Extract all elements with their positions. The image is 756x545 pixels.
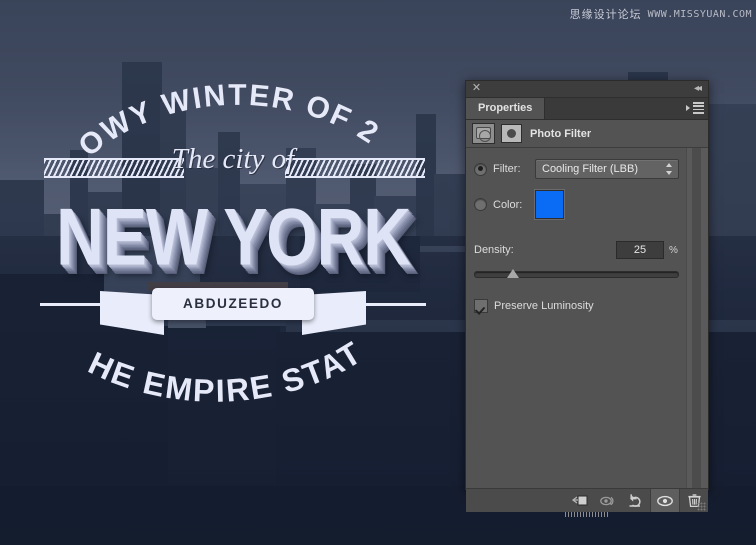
eye-icon bbox=[657, 495, 673, 506]
typography-lockup: SNOWY WINTER OF 2014 THE EMPIRE STATE Th… bbox=[0, 0, 466, 545]
ribbon-line-right bbox=[356, 303, 426, 306]
filter-label: Filter: bbox=[493, 163, 521, 175]
properties-panel[interactable]: ✕ ◂◂ Properties Photo Filter Filter: Coo… bbox=[465, 80, 709, 517]
toggle-layer-visibility-button[interactable] bbox=[650, 489, 680, 512]
preserve-luminosity-label: Preserve Luminosity bbox=[494, 300, 594, 312]
panel-body: Filter: Cooling Filter (LBB) Color: Dens… bbox=[466, 148, 708, 488]
panel-scroll-gutter[interactable] bbox=[686, 148, 708, 488]
close-icon[interactable]: ✕ bbox=[471, 83, 482, 94]
panel-drag-handle[interactable] bbox=[565, 512, 609, 517]
filter-radio[interactable] bbox=[474, 162, 487, 176]
density-label: Density: bbox=[474, 244, 514, 256]
resize-grip[interactable] bbox=[697, 502, 706, 511]
density-unit: % bbox=[669, 244, 678, 256]
stepper-arrows-icon bbox=[666, 163, 673, 175]
clip-to-layer-button[interactable] bbox=[566, 489, 594, 512]
arc-top-text: SNOWY WINTER OF 2014 bbox=[0, 0, 385, 163]
filter-row: Filter: Cooling Filter (LBB) bbox=[466, 159, 687, 179]
ribbon-center: ABDUZEEDO bbox=[152, 288, 314, 320]
panel-footer-toolbar[interactable] bbox=[466, 488, 708, 517]
reset-adjustment-button[interactable] bbox=[622, 489, 650, 512]
watermark: 思缘设计论坛 WWW.MISSYUAN.COM bbox=[570, 6, 752, 22]
density-slider-track[interactable] bbox=[474, 271, 679, 278]
watermark-site-name: 思缘设计论坛 bbox=[569, 8, 642, 21]
color-swatch[interactable] bbox=[535, 190, 564, 219]
density-row: Density: 25 % bbox=[466, 241, 687, 259]
color-label: Color: bbox=[493, 198, 523, 211]
color-row: Color: bbox=[466, 190, 687, 219]
density-slider[interactable] bbox=[466, 267, 687, 281]
script-subtitle: The city of bbox=[171, 143, 295, 175]
preserve-luminosity-checkbox[interactable] bbox=[474, 299, 488, 313]
reset-icon bbox=[629, 494, 641, 507]
density-slider-thumb[interactable] bbox=[507, 269, 519, 278]
photo-filter-adjustment-icon[interactable] bbox=[472, 123, 495, 144]
color-radio[interactable] bbox=[474, 198, 487, 211]
tab-properties[interactable]: Properties bbox=[466, 98, 546, 119]
collapse-to-icons-icon[interactable]: ◂◂ bbox=[691, 83, 703, 94]
ribbon-label: ABDUZEEDO bbox=[183, 296, 283, 311]
preserve-luminosity-row[interactable]: Preserve Luminosity bbox=[466, 299, 687, 313]
density-input[interactable]: 25 bbox=[616, 241, 664, 259]
panel-tabstrip[interactable]: Properties bbox=[466, 98, 708, 120]
filter-select[interactable]: Cooling Filter (LBB) bbox=[535, 159, 679, 179]
layer-mask-icon[interactable] bbox=[501, 124, 522, 143]
headline-new-york: NEW YORK bbox=[56, 191, 411, 282]
filter-select-value: Cooling Filter (LBB) bbox=[542, 163, 638, 175]
ribbon-banner: ABDUZEEDO bbox=[40, 283, 426, 341]
panel-title: Photo Filter bbox=[530, 127, 592, 140]
ribbon-line-left bbox=[40, 303, 110, 306]
watermark-url: WWW.MISSYUAN.COM bbox=[647, 8, 752, 20]
clip-to-layer-icon bbox=[571, 495, 587, 505]
scrollbar-track[interactable] bbox=[692, 148, 701, 488]
view-previous-state-button[interactable] bbox=[594, 489, 622, 512]
panel-header: Photo Filter bbox=[466, 120, 708, 148]
panel-menu-icon[interactable] bbox=[686, 102, 704, 115]
panel-titlebar[interactable]: ✕ ◂◂ bbox=[466, 81, 708, 98]
previous-state-icon bbox=[600, 496, 614, 505]
